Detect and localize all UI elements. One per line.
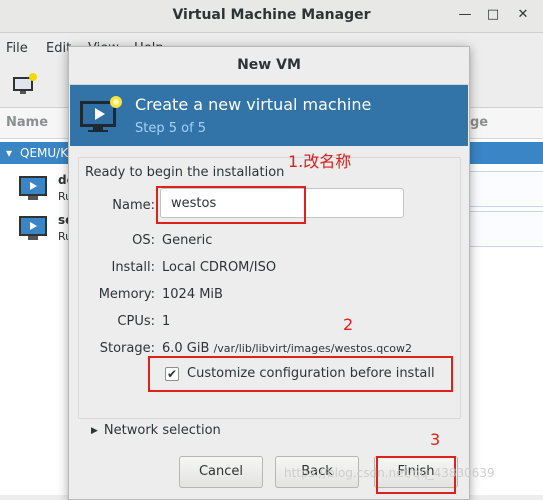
install-value: Local CDROM/ISO	[162, 260, 277, 275]
network-selection-expander[interactable]: ▶ Network selection	[91, 423, 221, 438]
vm-monitor-icon	[19, 216, 47, 240]
maximize-icon[interactable]: □	[486, 8, 500, 22]
close-icon[interactable]: ✕	[516, 8, 530, 22]
menu-file[interactable]: File	[6, 41, 28, 56]
os-value: Generic	[162, 233, 213, 248]
expand-icon[interactable]: ▾	[6, 146, 12, 160]
storage-size: 6.0 GiB	[162, 341, 210, 356]
storage-value: 6.0 GiB /var/lib/libvirt/images/westos.q…	[162, 341, 412, 356]
cpus-label: CPUs:	[117, 314, 155, 329]
memory-value: 1024 MiB	[162, 287, 223, 302]
cpu-usage-graph	[468, 211, 543, 247]
column-name[interactable]: Name	[6, 115, 48, 130]
dialog-title: New VM	[69, 47, 469, 85]
column-usage[interactable]: ge	[470, 115, 488, 130]
annotation-step1: 1.改名称	[288, 152, 352, 171]
install-label: Install:	[111, 260, 155, 275]
storage-label: Storage:	[99, 341, 155, 356]
expander-arrow-icon[interactable]: ▶	[91, 426, 98, 436]
cancel-button[interactable]: Cancel	[179, 456, 263, 488]
annotation-step2: 2	[343, 315, 354, 334]
storage-path: /var/lib/libvirt/images/westos.qcow2	[213, 342, 412, 355]
annotation-box-customize	[148, 356, 453, 392]
connection-label: QEMU/K	[20, 146, 69, 160]
banner-title: Create a new virtual machine	[135, 95, 372, 114]
watermark-text: https://blog.csdn.net/qq_43830639	[284, 466, 495, 480]
vm-monitor-icon	[19, 176, 47, 200]
os-label: OS:	[132, 233, 155, 248]
cpu-usage-graph	[468, 171, 543, 207]
wizard-banner: Create a new virtual machine Step 5 of 5	[70, 85, 468, 146]
new-vm-dialog: New VM Create a new virtual machine Step…	[68, 46, 470, 500]
minimize-icon[interactable]: —	[458, 8, 472, 22]
ready-text: Ready to begin the installation	[85, 165, 285, 180]
annotation-box-name	[156, 186, 306, 224]
cpus-value: 1	[162, 314, 171, 329]
annotation-step3: 3	[430, 430, 441, 449]
memory-label: Memory:	[98, 287, 155, 302]
main-titlebar: Virtual Machine Manager — □ ✕	[0, 0, 543, 33]
name-label: Name:	[112, 198, 155, 213]
banner-step: Step 5 of 5	[135, 121, 207, 136]
network-selection-label[interactable]: Network selection	[104, 423, 221, 438]
new-vm-banner-icon	[80, 96, 122, 132]
new-vm-icon[interactable]	[12, 72, 38, 96]
